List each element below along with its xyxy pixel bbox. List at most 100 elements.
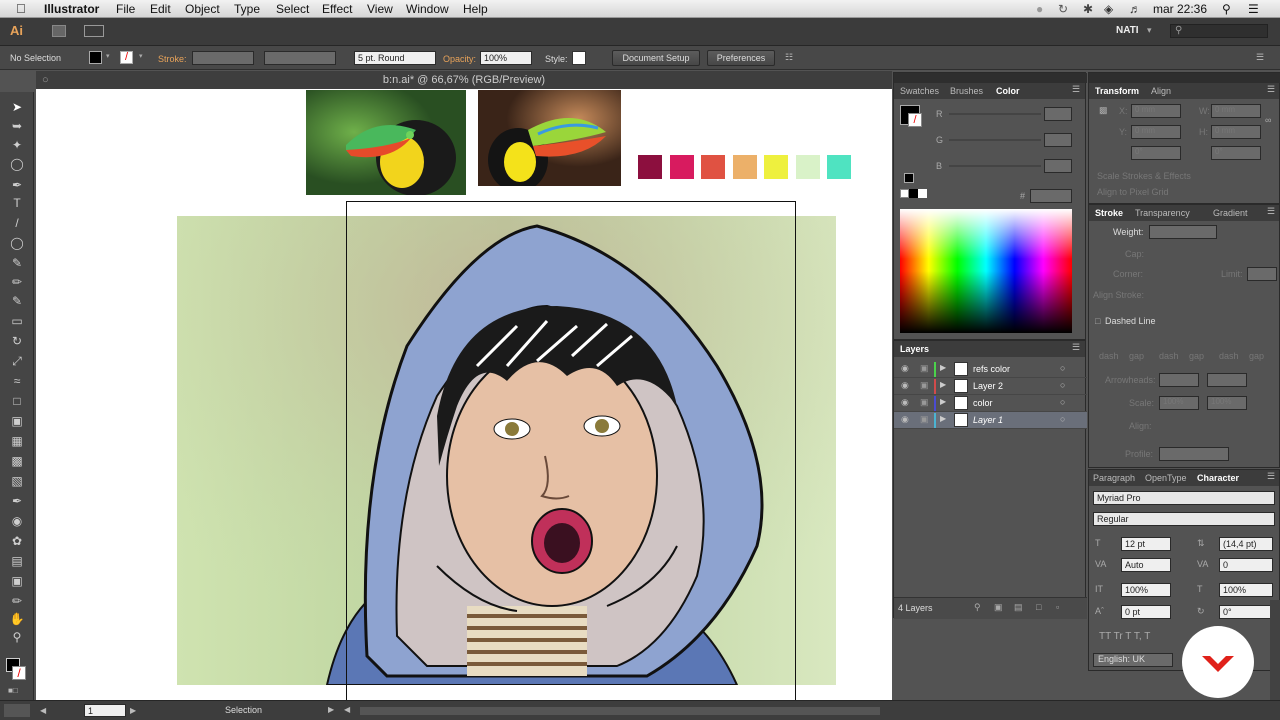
layer-row[interactable]: ◉ ▣ ▶ Layer 1 ○ — [894, 412, 1087, 429]
baseline-shift-field[interactable]: 0 pt — [1121, 605, 1171, 619]
apple-icon[interactable]:  — [16, 1, 26, 16]
notification-center-icon[interactable]: ☰ — [1248, 2, 1259, 16]
new-layer-icon[interactable]: □ — [1036, 602, 1041, 612]
search-field[interactable]: ⚲ — [1170, 24, 1268, 38]
document-tab[interactable]: ○ b:n.ai* @ 66,67% (RGB/Preview) — [36, 71, 892, 89]
gradient-icon[interactable]: ▧ — [9, 474, 25, 488]
tab-align[interactable]: Align — [1151, 86, 1171, 96]
w-field[interactable]: 0 mm — [1211, 104, 1261, 118]
eyedropper-icon[interactable]: ✒ — [9, 494, 25, 508]
hand-icon[interactable]: ✋ — [9, 612, 25, 626]
direct-selection-tool-icon[interactable]: ➥ — [9, 119, 25, 133]
font-family-select[interactable]: Myriad Pro — [1093, 491, 1275, 505]
lock-icon[interactable]: ▣ — [920, 363, 929, 374]
pen-tool-icon[interactable]: ✒ — [9, 178, 25, 192]
zoom-icon[interactable]: ⚲ — [9, 630, 25, 644]
next-artboard-icon[interactable]: ▶ — [130, 706, 136, 715]
swatch-chip[interactable] — [638, 155, 662, 179]
stroke-color-icon[interactable]: / — [12, 666, 26, 680]
stroke-weight-field[interactable] — [192, 51, 254, 65]
lock-icon[interactable]: ▣ — [920, 380, 929, 391]
paintbrush-icon[interactable]: ✎ — [9, 256, 25, 270]
color-spectrum[interactable] — [900, 209, 1072, 333]
r-field[interactable] — [1044, 107, 1072, 121]
dashed-line-checkbox[interactable]: □ — [1095, 316, 1100, 326]
tab-paragraph[interactable]: Paragraph — [1093, 473, 1135, 483]
expand-triangle-icon[interactable]: ▶ — [940, 414, 946, 423]
workspace-switcher[interactable]: NATI — [1116, 25, 1139, 36]
last-color-icon[interactable] — [904, 173, 914, 183]
kerning-field[interactable]: Auto — [1121, 558, 1171, 572]
slice-icon[interactable]: ✏ — [9, 594, 25, 608]
layers-title[interactable]: Layers — [900, 344, 929, 354]
selection-tool-icon[interactable]: ➤ — [9, 100, 25, 114]
line-tool-icon[interactable]: / — [9, 216, 25, 230]
stroke-swatch[interactable]: / — [120, 51, 133, 64]
visibility-eye-icon[interactable]: ◉ — [901, 414, 909, 425]
swatch-chip[interactable] — [732, 155, 757, 179]
panel-menu-icon[interactable]: ☰ — [1267, 206, 1275, 217]
time-machine-icon[interactable]: ↻ — [1058, 2, 1068, 16]
wifi-icon[interactable]: ◈ — [1104, 2, 1113, 16]
clock[interactable]: mar 22:36 — [1153, 2, 1207, 16]
y-field[interactable]: 0 mm — [1131, 125, 1181, 139]
ellipse-tool-icon[interactable]: ◯ — [9, 236, 25, 250]
swatch-chip[interactable] — [764, 155, 788, 179]
panel-grip[interactable] — [1089, 73, 1280, 83]
reference-photo-toucan-1[interactable] — [306, 90, 466, 195]
menu-file[interactable]: File — [116, 2, 135, 16]
tab-character[interactable]: Character — [1197, 473, 1239, 483]
menu-view[interactable]: View — [367, 2, 393, 16]
r-slider[interactable] — [949, 113, 1041, 115]
bridge-icon[interactable] — [52, 25, 66, 37]
menu-edit[interactable]: Edit — [150, 2, 171, 16]
notification-icon[interactable]: ● — [1036, 2, 1043, 16]
artboard-canvas[interactable] — [36, 89, 892, 700]
chevron-down-icon[interactable]: ▾ — [1147, 25, 1152, 36]
panel-scrollbar[interactable] — [1270, 600, 1280, 700]
none-white-black-swatches[interactable] — [900, 189, 930, 199]
status-menu-icon[interactable]: ▶ — [328, 705, 334, 714]
visibility-eye-icon[interactable]: ◉ — [901, 380, 909, 391]
perspective-grid-icon[interactable]: ▦ — [9, 434, 25, 448]
layer-row[interactable]: ◉ ▣ ▶ Layer 2 ○ — [894, 378, 1087, 395]
lock-icon[interactable]: ▣ — [920, 397, 929, 408]
magic-wand-icon[interactable]: ✦ — [9, 138, 25, 152]
brush-definition[interactable]: 5 pt. Round — [354, 51, 436, 65]
tab-opentype[interactable]: OpenType — [1145, 473, 1187, 483]
horizontal-scrollbar[interactable] — [360, 707, 880, 715]
shear-field[interactable]: 0° — [1211, 146, 1261, 160]
layer-row[interactable]: ◉ ▣ ▶ refs color ○ — [894, 361, 1087, 378]
tab-transparency[interactable]: Transparency — [1135, 208, 1190, 218]
zoom-select[interactable] — [4, 704, 30, 717]
mesh-icon[interactable]: ▩ — [9, 454, 25, 468]
reference-photo-toucan-2[interactable] — [478, 90, 621, 186]
layer-name[interactable]: refs color — [973, 364, 1010, 374]
rotate-icon[interactable]: ↻ — [9, 334, 25, 348]
bluetooth-icon[interactable]: ✱ — [1083, 2, 1093, 16]
language-select[interactable]: English: UK — [1093, 653, 1173, 667]
lock-icon[interactable]: ▣ — [920, 414, 929, 425]
scroll-left-icon[interactable]: ◀ — [344, 705, 350, 714]
target-icon[interactable]: ○ — [1060, 414, 1065, 424]
pencil-icon[interactable]: ✏ — [9, 275, 25, 289]
panel-grip[interactable] — [894, 73, 1087, 83]
scale-start-field[interactable]: 100% — [1159, 396, 1199, 410]
arrowhead-start-select[interactable] — [1159, 373, 1199, 387]
lasso-icon[interactable]: ◯ — [9, 157, 25, 171]
b-slider[interactable] — [949, 165, 1041, 167]
tab-stroke[interactable]: Stroke — [1095, 208, 1123, 218]
clipping-mask-icon[interactable]: ▣ — [994, 602, 1003, 613]
constrain-link-icon[interactable]: ∞ — [1265, 115, 1271, 125]
layer-name[interactable]: Layer 2 — [973, 381, 1003, 391]
expand-triangle-icon[interactable]: ▶ — [940, 397, 946, 406]
expand-triangle-icon[interactable]: ▶ — [940, 363, 946, 372]
limit-field[interactable] — [1247, 267, 1277, 281]
opacity-label[interactable]: Opacity: — [443, 54, 476, 64]
free-transform-icon[interactable]: □ — [9, 394, 25, 408]
rotate-field[interactable]: 0° — [1131, 146, 1181, 160]
menu-effect[interactable]: Effect — [322, 2, 352, 16]
panel-menu-icon[interactable]: ☰ — [1256, 52, 1264, 63]
width-tool-icon[interactable]: ≈ — [9, 374, 25, 388]
expand-triangle-icon[interactable]: ▶ — [940, 380, 946, 389]
